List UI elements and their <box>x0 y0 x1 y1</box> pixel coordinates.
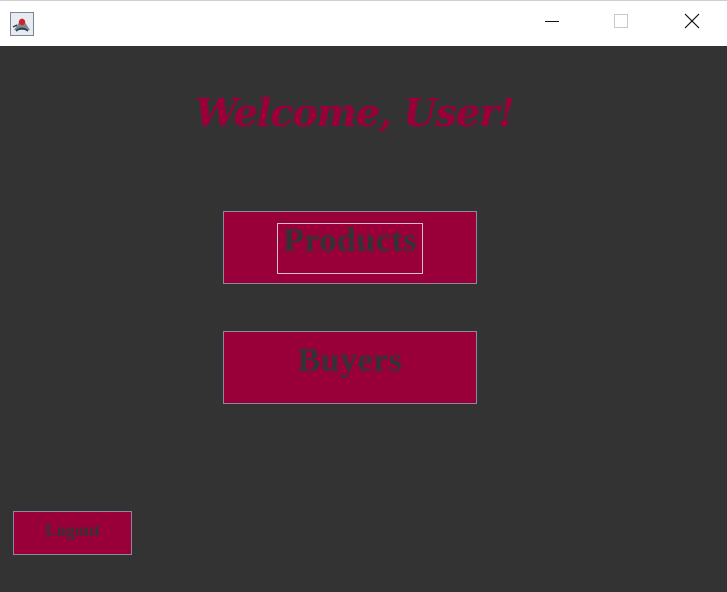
maximize-button[interactable] <box>598 1 644 46</box>
products-button-label: Products <box>283 222 417 259</box>
products-button[interactable]: Products <box>223 211 477 284</box>
minimize-icon <box>544 13 560 34</box>
java-app-icon[interactable] <box>10 12 34 36</box>
minimize-button[interactable] <box>529 1 575 46</box>
welcome-heading: Welcome, User! <box>195 90 515 135</box>
app-window: Welcome, User! Products Buyers Logout <box>0 0 727 592</box>
title-bar[interactable] <box>0 0 727 46</box>
main-panel: Welcome, User! Products Buyers Logout <box>0 46 727 592</box>
close-button[interactable] <box>669 1 715 46</box>
buyers-button[interactable]: Buyers <box>223 331 477 404</box>
close-icon <box>683 12 701 35</box>
maximize-icon <box>613 13 629 34</box>
logout-button-label: Logout <box>44 520 100 540</box>
logout-button[interactable]: Logout <box>13 511 132 555</box>
buyers-button-label: Buyers <box>297 342 403 379</box>
